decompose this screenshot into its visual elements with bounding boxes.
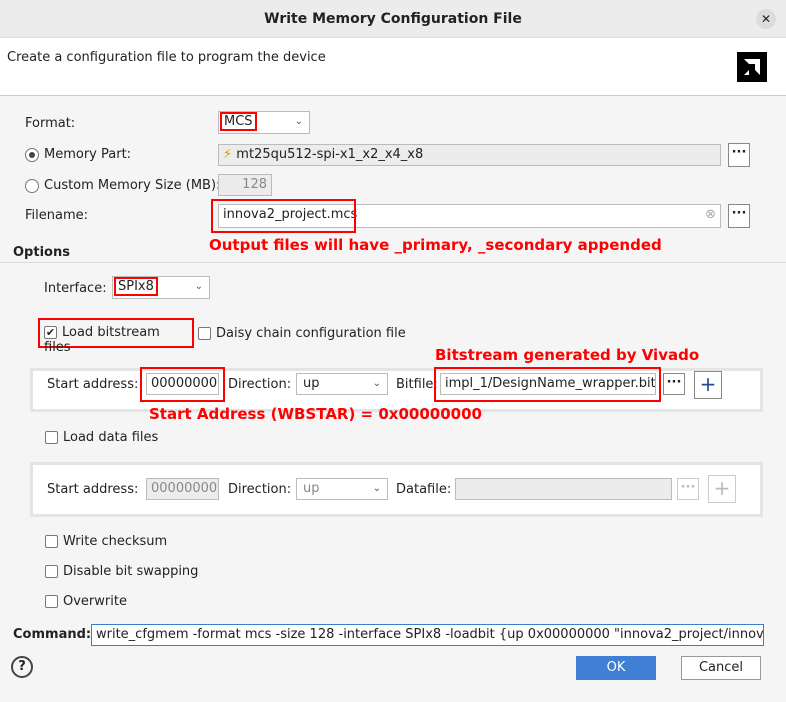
data-direction-label: Direction:: [228, 482, 292, 497]
datafile-label: Datafile:: [396, 482, 452, 497]
format-label: Format:: [25, 116, 76, 131]
help-button[interactable]: ?: [11, 656, 33, 678]
filename-label: Filename:: [25, 208, 89, 223]
chevron-down-icon: ⌄: [194, 281, 203, 292]
memory-part-browse-button[interactable]: ···: [728, 143, 750, 167]
overwrite-checkbox[interactable]: Overwrite: [45, 594, 127, 609]
add-datafile-button[interactable]: +: [708, 475, 736, 503]
ok-button[interactable]: OK: [576, 656, 656, 680]
load-bitstream-checkbox[interactable]: ✔ Load bitstream files: [38, 318, 194, 355]
disable-bit-swapping-checkbox[interactable]: Disable bit swapping: [45, 564, 198, 579]
output-annotation: Output files will have _primary, _second…: [209, 236, 662, 254]
interface-select[interactable]: SPIx8 ⌄: [112, 276, 210, 299]
format-value: MCS: [220, 112, 257, 131]
header-description: Create a configuration file to program t…: [7, 50, 326, 65]
window-title: Write Memory Configuration File: [0, 0, 786, 38]
command-label: Command:: [13, 627, 92, 642]
clear-icon[interactable]: ⊗: [705, 205, 716, 225]
direction-label: Direction:: [228, 377, 292, 392]
interface-label: Interface:: [44, 281, 107, 296]
bitfile-browse-button[interactable]: ···: [663, 373, 685, 395]
chevron-down-icon: ⌄: [372, 483, 381, 494]
data-start-address-label: Start address:: [47, 482, 139, 497]
bitfile-input[interactable]: impl_1/DesignName_wrapper.bit: [440, 373, 656, 395]
data-direction-select[interactable]: up ⌄: [296, 478, 388, 500]
load-data-checkbox[interactable]: Load data files: [45, 430, 158, 445]
write-checksum-checkbox[interactable]: Write checksum: [45, 534, 167, 549]
chevron-down-icon: ⌄: [294, 116, 303, 127]
custom-size-radio[interactable]: Custom Memory Size (MB):: [25, 178, 220, 193]
close-button[interactable]: ✕: [756, 9, 776, 29]
filename-browse-button[interactable]: ···: [728, 204, 750, 228]
datafile-input[interactable]: [455, 478, 672, 500]
memory-part-label: Memory Part:: [44, 147, 132, 162]
options-heading: Options: [13, 245, 70, 260]
memory-part-radio[interactable]: Memory Part:: [25, 147, 131, 162]
direction-select[interactable]: up ⌄: [296, 373, 388, 395]
start-address-label: Start address:: [47, 377, 139, 392]
custom-size-input[interactable]: 128: [218, 174, 272, 196]
amd-logo-icon: [737, 52, 767, 82]
custom-size-label: Custom Memory Size (MB):: [44, 178, 221, 193]
header-panel: Create a configuration file to program t…: [0, 38, 786, 96]
start-address-annotation: Start Address (WBSTAR) = 0x00000000: [149, 405, 482, 423]
command-field[interactable]: write_cfgmem -format mcs -size 128 -inte…: [91, 624, 764, 646]
bitstream-annotation: Bitstream generated by Vivado: [435, 346, 700, 364]
daisy-chain-checkbox[interactable]: Daisy chain configuration file: [198, 326, 406, 341]
datafile-browse-button[interactable]: ···: [677, 478, 699, 500]
start-address-input[interactable]: 00000000: [146, 373, 219, 395]
bitfile-label: Bitfile:: [396, 377, 438, 392]
divider: [0, 262, 786, 263]
format-select[interactable]: MCS ⌄: [218, 111, 310, 134]
filename-highlight: [211, 199, 356, 233]
cancel-button[interactable]: Cancel: [681, 656, 761, 680]
interface-value: SPIx8: [114, 277, 158, 296]
chip-icon: ⚡: [223, 147, 233, 162]
memory-part-field: ⚡ mt25qu512-spi-x1_x2_x4_x8: [218, 144, 721, 166]
data-start-address-input[interactable]: 00000000: [146, 478, 219, 500]
add-bitfile-button[interactable]: +: [694, 371, 722, 399]
chevron-down-icon: ⌄: [372, 378, 381, 389]
